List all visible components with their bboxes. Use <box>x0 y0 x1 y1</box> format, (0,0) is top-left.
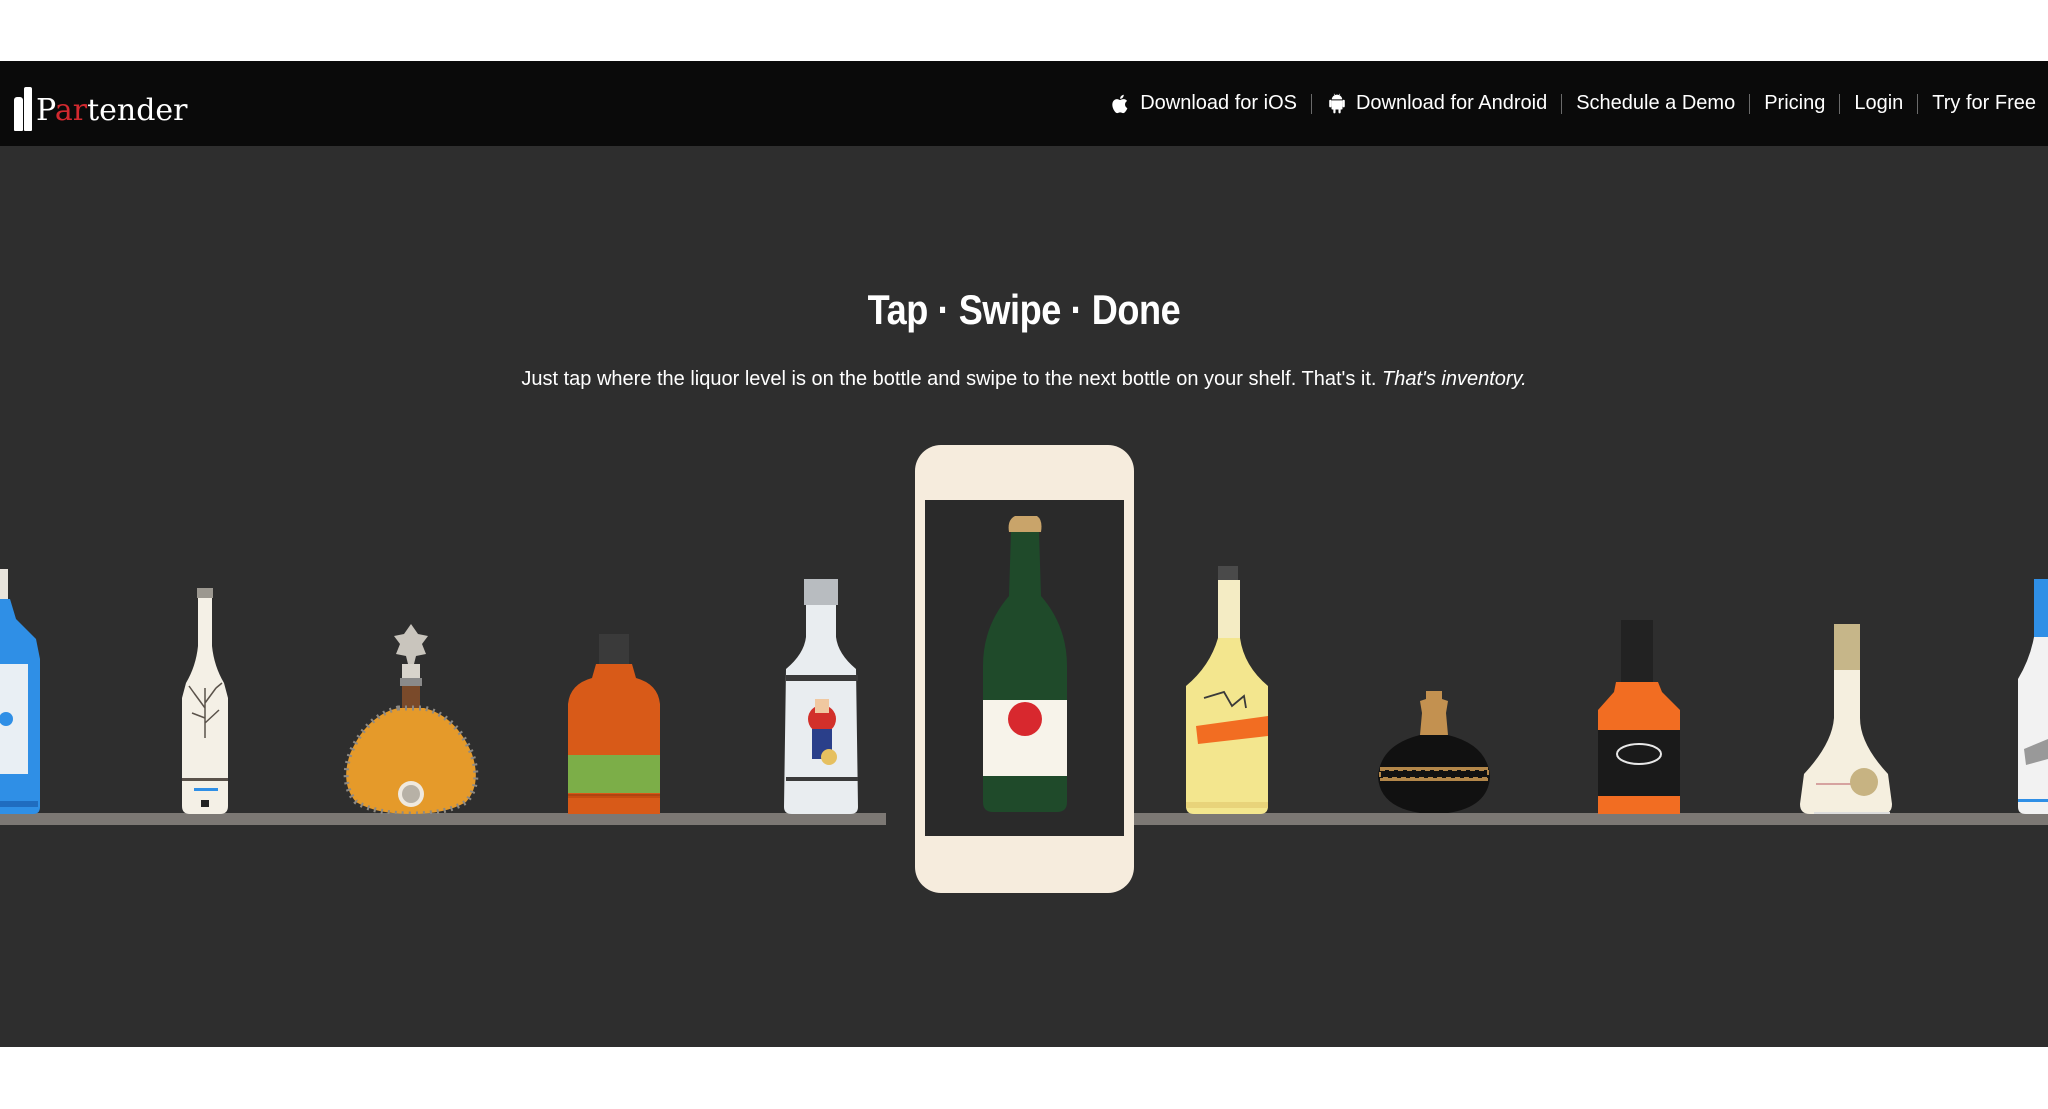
android-icon <box>1329 93 1345 113</box>
nav-download-android[interactable]: Download for Android <box>1312 92 1561 115</box>
whiskey-square-bottle-icon <box>1598 620 1680 814</box>
phone-mockup <box>915 445 1134 893</box>
cream-liqueur-bottle-icon <box>1800 624 1892 814</box>
black-round-bottle-icon <box>1378 691 1490 813</box>
top-navbar: Partender Download for iOS Download for … <box>0 61 2048 146</box>
nav-schedule-demo[interactable]: Schedule a Demo <box>1562 92 1749 115</box>
shelf-left <box>0 813 886 825</box>
green-sake-bottle-icon <box>983 516 1067 812</box>
white-rum-bottle-icon <box>784 579 858 814</box>
white-tree-bottle-icon <box>182 588 228 814</box>
nav-links: Download for iOS Download for Android Sc… <box>1096 61 2048 146</box>
apple-icon <box>1112 94 1128 113</box>
app-frame: Partender Download for iOS Download for … <box>0 61 2048 1047</box>
bottle-logo-icon <box>14 87 34 131</box>
hero-subline: Just tap where the liquor level is on th… <box>0 368 2048 391</box>
nav-login[interactable]: Login <box>1840 92 1917 115</box>
partender-logo[interactable]: Partender <box>14 75 188 131</box>
hero-headline: Tap · Swipe · Done <box>867 286 1181 333</box>
phone-screen <box>925 500 1124 836</box>
cognac-decanter-icon <box>343 624 479 814</box>
orange-bourbon-bottle-icon <box>568 634 660 814</box>
logo-text: Partender <box>36 93 188 128</box>
blue-gin-bottle-icon <box>0 569 40 814</box>
nav-download-ios-label: Download for iOS <box>1140 92 1297 114</box>
shelf-right <box>1131 813 2048 825</box>
hero-subline-text: Just tap where the liquor level is on th… <box>521 368 1382 390</box>
nav-download-ios[interactable]: Download for iOS <box>1096 92 1311 115</box>
yellow-whisky-bottle-icon <box>1186 566 1268 814</box>
blue-white-bottle-icon <box>2018 579 2048 814</box>
nav-pricing[interactable]: Pricing <box>1750 92 1839 115</box>
hero-subline-emphasis: That's inventory. <box>1382 368 1527 390</box>
nav-download-android-label: Download for Android <box>1355 92 1548 114</box>
nav-try-free[interactable]: Try for Free <box>1918 92 2048 115</box>
